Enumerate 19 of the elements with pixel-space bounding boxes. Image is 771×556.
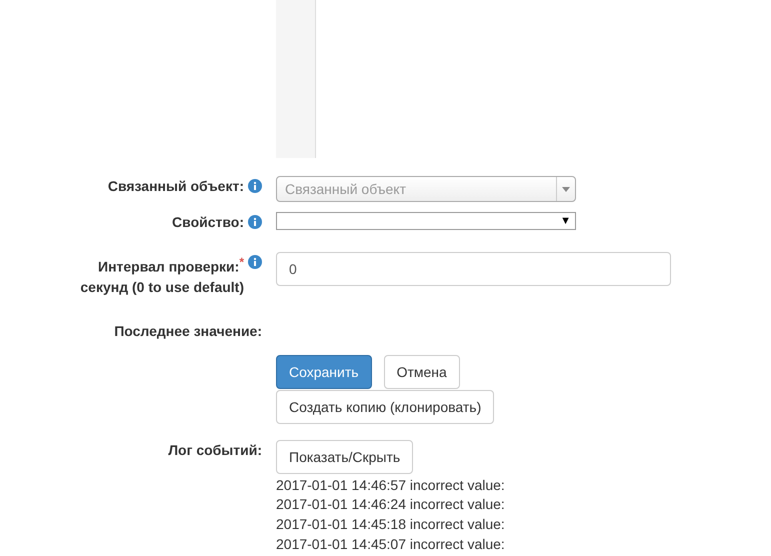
field-label: Интервал проверки:$^{*}$ секунд (0 to use default) bbox=[80, 254, 244, 297]
save-button[interactable]: Сохранить bbox=[276, 354, 372, 389]
log-entry: 2017-01-01 14:46:57 incorrect value: bbox=[276, 476, 505, 495]
log-entry: 2017-01-01 14:46:24 incorrect value: bbox=[276, 495, 505, 514]
input-field[interactable]: 0 bbox=[276, 252, 671, 286]
log-entry: 2017-01-01 14:45:07 incorrect value: bbox=[276, 534, 505, 554]
toggle-button[interactable]: Показать/Скрыть bbox=[276, 440, 414, 474]
caret-icon bbox=[562, 186, 570, 192]
action-button[interactable]: Отмена bbox=[384, 354, 460, 389]
info-icon[interactable] bbox=[248, 255, 262, 269]
field-label: Свойство: bbox=[172, 213, 244, 232]
info-icon[interactable] bbox=[248, 179, 262, 193]
log-entry: 2017-01-01 14:45:18 incorrect value: bbox=[276, 515, 505, 534]
select-field[interactable]: ▼ bbox=[276, 212, 576, 230]
field-label: Последнее значение: bbox=[114, 322, 262, 341]
info-icon[interactable] bbox=[248, 215, 262, 229]
field-label: Лог событий: bbox=[168, 440, 262, 460]
field-label: Связанный объект: bbox=[108, 177, 244, 196]
action-button[interactable]: Создать копию (клонировать) bbox=[276, 390, 494, 424]
